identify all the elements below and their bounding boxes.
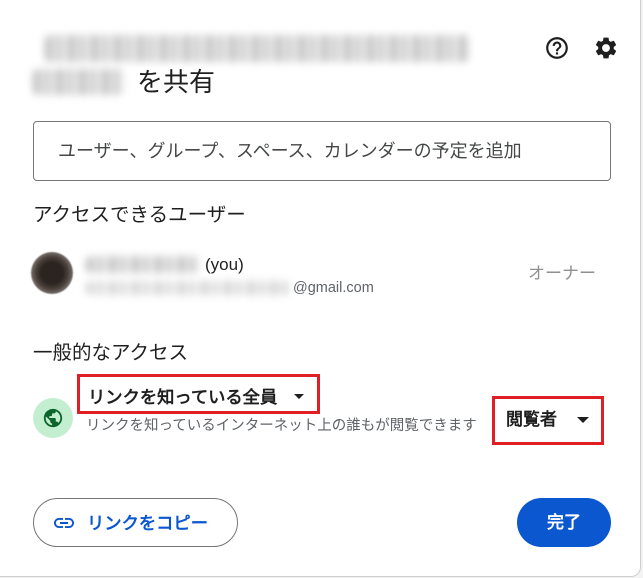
redacted-owner-email <box>86 281 292 295</box>
people-with-access-heading: アクセスできるユーザー <box>33 204 246 226</box>
general-access-icon-badge <box>33 398 73 438</box>
general-access-role-label: 閲覧者 <box>506 410 557 429</box>
avatar <box>31 252 73 294</box>
done-button[interactable]: 完了 <box>517 498 611 547</box>
gear-icon <box>595 37 617 59</box>
owner-name-suffix: (you) <box>205 255 244 274</box>
globe-icon <box>43 408 63 428</box>
general-access-scope-dropdown[interactable]: リンクを知っている全員 <box>84 383 305 410</box>
owner-email-suffix: @gmail.com <box>293 280 374 296</box>
share-dialog: を共有 アクセスできるユーザー (you) @gmail.com オーナー 一般… <box>0 0 641 577</box>
done-label: 完了 <box>547 512 581 532</box>
redacted-filename-line-1 <box>45 35 470 62</box>
owner-role-label: オーナー <box>528 264 596 283</box>
caret-down-icon <box>294 394 305 399</box>
redacted-owner-name <box>86 256 200 273</box>
settings-button[interactable] <box>592 34 620 62</box>
caret-down-icon <box>577 417 589 423</box>
general-access-heading: 一般的なアクセス <box>33 342 189 364</box>
redacted-filename-line-2 <box>33 69 125 95</box>
general-access-scope-label: リンクを知っている全員 <box>88 386 278 407</box>
add-people-field[interactable] <box>33 121 611 181</box>
help-button[interactable] <box>543 34 571 62</box>
copy-link-label: リンクをコピー <box>87 512 208 533</box>
dialog-title-suffix: を共有 <box>137 67 216 97</box>
add-people-input[interactable] <box>34 122 610 180</box>
copy-link-button[interactable]: リンクをコピー <box>33 498 238 547</box>
help-icon <box>546 37 568 59</box>
general-access-description: リンクを知っているインターネット上の誰もが閲覧できます <box>86 418 477 434</box>
general-access-role-dropdown[interactable]: 閲覧者 <box>502 406 589 434</box>
link-icon <box>54 517 74 528</box>
